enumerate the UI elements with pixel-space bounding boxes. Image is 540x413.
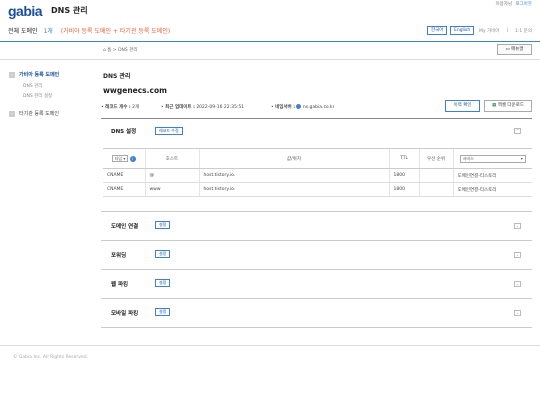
ttl-header: TTL — [388, 148, 419, 169]
forwarding-settings-button[interactable]: 설정 — [155, 250, 171, 258]
mobile-parking-title: 모바일 파킹 — [111, 311, 139, 317]
excel-download-label: 엑셀 다운로드 — [497, 103, 524, 108]
record-service: 도메인연결-티스토리 — [452, 182, 532, 197]
section-divider — [101, 269, 532, 270]
domain-summary: 전체 도메인 1개 (가비아 등록 도메인 + 타기관 등록 도메인) — [8, 26, 170, 35]
web-parking-settings-button[interactable]: 설정 — [155, 279, 171, 287]
ns-label: 네임서버 : — [275, 105, 296, 110]
nav-separator: | — [507, 28, 509, 33]
info-icon[interactable]: i — [129, 155, 136, 162]
service-header: 서비스 — [452, 148, 532, 169]
chevron-right-icon: › — [9, 111, 15, 117]
record-edit-button[interactable]: 레코드 수정 — [155, 127, 183, 135]
logo-text: gabia — [8, 3, 43, 19]
record-service: 도메인연결-티스토리 — [452, 168, 532, 183]
summary-detail: (가비아 등록 도메인 + 타기관 등록 도메인) — [60, 28, 171, 35]
section-divider — [101, 211, 532, 212]
last-updated-info: • 최근 업데이트 : 2022-09-16 22:35:51 — [161, 105, 245, 110]
domain-name: wwgenecs.com — [103, 86, 167, 95]
record-value: host.tistory.io. — [198, 182, 389, 197]
table-row: CNAME @ host.tistory.io. 1800 도메인연결-티스토리 — [103, 168, 532, 183]
record-count-info: • 레코드 개수 : 2개 — [101, 105, 140, 110]
record-value: host.tistory.io. — [198, 168, 389, 183]
record-priority — [418, 168, 453, 183]
expand-icon[interactable]: ⌄ — [514, 281, 521, 287]
breadcrumb: ⌂ 홈 > DNS 관리 — [103, 47, 137, 53]
excel-icon: ▦ — [492, 103, 497, 108]
manual-button[interactable]: ▭ 매뉴얼 — [497, 44, 532, 55]
sidebar-item-label: 가비아 등록 도메인 — [19, 72, 60, 78]
type-select[interactable]: 타입 ▾ — [111, 155, 129, 162]
record-priority — [418, 182, 453, 197]
lang-english-button[interactable]: English — [450, 26, 475, 35]
type-select-label: 타입 — [114, 156, 123, 161]
manual-button-label: 매뉴얼 — [511, 47, 524, 52]
service-select[interactable]: 서비스 — [459, 154, 526, 163]
web-parking-title: 웹 파킹 — [111, 282, 129, 288]
breadcrumb-divider — [0, 59, 540, 60]
expand-icon[interactable]: ⌄ — [514, 223, 521, 229]
expand-icon[interactable]: ⌄ — [514, 310, 521, 316]
type-header: 타입 ▾ i — [103, 148, 145, 169]
record-ttl: 1800 — [388, 168, 419, 183]
mobile-parking-settings-button[interactable]: 설정 — [155, 308, 171, 316]
home-icon[interactable]: ⌂ — [103, 48, 106, 53]
summary-label: 전체 도메인 — [8, 28, 38, 35]
section-divider — [101, 240, 532, 241]
updated-label: 최근 업데이트 : — [165, 105, 195, 110]
footer-divider — [0, 345, 540, 346]
table-row: CNAME www host.tistory.io. 1800 도메인연결-티스… — [103, 182, 532, 197]
app-title: DNS 관리 — [51, 6, 88, 15]
nameserver-icon — [296, 104, 302, 109]
sidebar-item-label: 타기관 등록 도메인 — [19, 111, 59, 117]
domain-connect-settings-button[interactable]: 설정 — [155, 221, 171, 229]
my-gabia-link[interactable]: My 가비아 — [479, 28, 499, 34]
forwarding-title: 포워딩 — [111, 253, 127, 259]
user-links: 이용자님 로그아웃 — [495, 1, 532, 7]
nameserver-info: • 네임서버 : ns.gabia.co.kr — [271, 104, 335, 110]
sidebar-item-gabia-domain[interactable]: › 가비아 등록 도메인 — [9, 71, 59, 78]
history-button[interactable]: 이력 확인 — [445, 100, 480, 112]
header-divider — [0, 41, 540, 42]
footer-copyright: © Gabia Inc. All Rights Reserved. — [13, 355, 88, 360]
section-divider — [101, 327, 532, 328]
record-count-value: 2개 — [132, 105, 140, 110]
dns-section-title: DNS 설정 — [111, 129, 137, 135]
updated-value: 2022-09-16 22:35:51 — [196, 105, 245, 110]
collapse-icon[interactable]: ⌃ — [514, 128, 521, 134]
breadcrumb-text: 홈 > DNS 관리 — [107, 48, 138, 53]
record-type: CNAME — [103, 168, 145, 183]
manual-icon: ▭ — [505, 47, 510, 52]
priority-header: 우선 순위 — [418, 148, 453, 169]
record-host: @ — [144, 168, 199, 183]
sidebar-sub-dns-settings[interactable]: DNS 관리 설정 — [23, 93, 52, 99]
domain-count: 1개 — [43, 28, 53, 35]
inquiry-link[interactable]: 1:1 문의 — [515, 28, 532, 34]
page-title: DNS 관리 — [103, 73, 131, 80]
domain-connect-title: 도메인 연결 — [111, 224, 139, 230]
table-header-row: 타입 ▾ i 호스트 값/위치 TTL 우선 순위 서비스 — [103, 148, 532, 169]
sidebar-sub-dns-manage[interactable]: DNS 관리 — [23, 83, 42, 89]
record-count-label: 레코드 개수 : — [105, 105, 131, 110]
host-header: 호스트 — [144, 148, 199, 169]
dns-section-top — [101, 118, 532, 119]
record-type: CNAME — [103, 182, 145, 197]
gabia-logo[interactable]: gabia — [8, 3, 43, 19]
sidebar-item-other-domain[interactable]: › 타기관 등록 도메인 — [9, 110, 59, 117]
logout-link[interactable]: 로그아웃 — [515, 2, 532, 7]
record-host: www — [144, 182, 199, 197]
user-name-link[interactable]: 이용자님 — [495, 2, 512, 7]
lang-korean-button[interactable]: 한국어 — [427, 26, 448, 35]
section-divider — [101, 298, 532, 299]
record-ttl: 1800 — [388, 182, 419, 197]
value-header: 값/위치 — [198, 148, 389, 169]
expand-icon[interactable]: ⌄ — [514, 252, 521, 258]
ns-value: ns.gabia.co.kr — [302, 105, 335, 110]
dns-record-table: 타입 ▾ i 호스트 값/위치 TTL 우선 순위 서비스 CNAME @ ho… — [103, 148, 532, 197]
excel-download-button[interactable]: ▦ 엑셀 다운로드 — [484, 100, 532, 112]
chevron-right-icon: › — [9, 72, 15, 78]
